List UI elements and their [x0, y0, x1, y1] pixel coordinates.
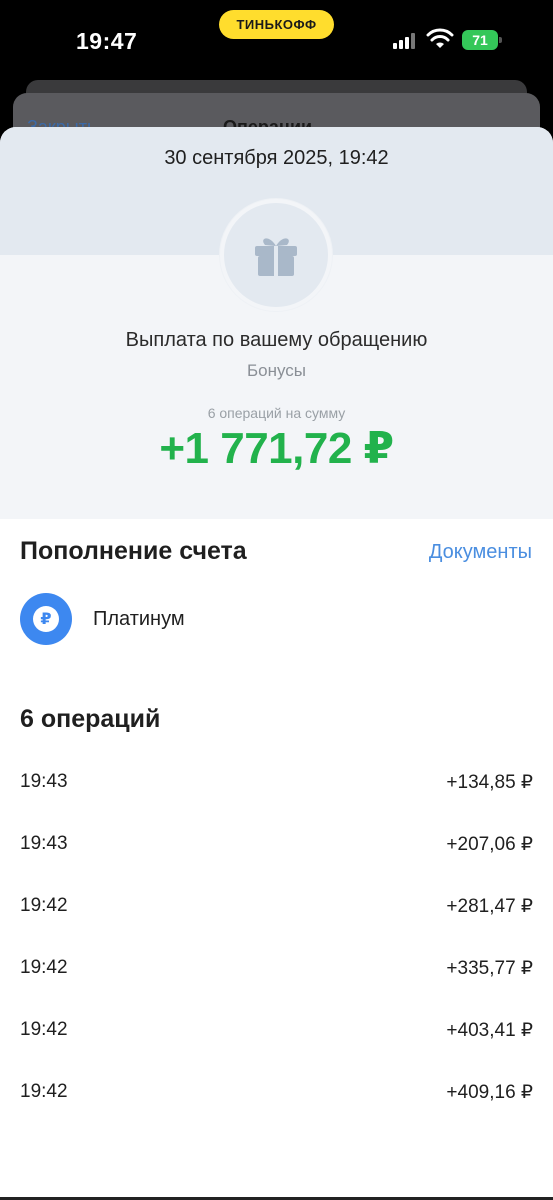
cellular-signal-icon — [393, 33, 417, 49]
operation-row[interactable]: 19:42 +281,47 ₽ — [20, 875, 533, 937]
operation-time: 19:43 — [20, 771, 68, 792]
operations-caption: 6 операций на сумму — [207, 405, 346, 421]
operation-amount: +403,41 ₽ — [446, 1020, 533, 1041]
gift-icon — [220, 199, 332, 311]
operation-details-sheet: 30 сентября 2025, 19:42 Выплата по вашем… — [0, 127, 553, 1200]
operations-count-title: 6 операций — [20, 705, 161, 733]
operation-datetime: 30 сентября 2025, 19:42 — [164, 147, 389, 169]
operation-row[interactable]: 19:42 +403,41 ₽ — [20, 999, 533, 1061]
operation-time: 19:42 — [20, 957, 68, 978]
account-name: Платинум — [93, 608, 185, 630]
operation-time: 19:42 — [20, 895, 68, 916]
operation-row[interactable]: 19:43 +134,85 ₽ — [20, 751, 533, 813]
documents-link[interactable]: Документы — [429, 541, 532, 564]
operation-amount: +134,85 ₽ — [446, 772, 533, 793]
operation-row[interactable]: 19:43 +207,06 ₽ — [20, 813, 533, 875]
status-bar: 19:47 ТИНЬКОФФ 71 — [0, 0, 553, 80]
ruble-icon: ₽ — [20, 593, 72, 645]
operation-amount: +409,16 ₽ — [446, 1082, 533, 1103]
wifi-icon — [426, 28, 454, 48]
account-row[interactable]: ₽ Платинум — [20, 593, 533, 647]
operation-amount: +207,06 ₽ — [446, 834, 533, 855]
operation-row[interactable]: 19:42 +335,77 ₽ — [20, 937, 533, 999]
operation-amount: +335,77 ₽ — [446, 958, 533, 979]
operation-category: Бонусы — [246, 361, 307, 380]
operation-time: 19:42 — [20, 1081, 68, 1102]
battery-icon: 71 — [462, 30, 502, 50]
operation-amount: +281,47 ₽ — [446, 896, 533, 917]
total-amount: +1 771,72 ₽ — [159, 424, 394, 473]
operation-row[interactable]: 19:42 +409,16 ₽ — [20, 1061, 533, 1123]
operation-title: Выплата по вашему обращению — [125, 329, 428, 351]
operations-list: 19:43 +134,85 ₽ 19:43 +207,06 ₽ 19:42 +2… — [20, 751, 533, 1123]
status-time: 19:47 — [76, 28, 138, 54]
carrier-pill: ТИНЬКОФФ — [219, 10, 334, 39]
operation-time: 19:43 — [20, 833, 68, 854]
battery-level: 71 — [462, 30, 498, 50]
section-title-replenishment: Пополнение счета — [20, 537, 247, 565]
operation-time: 19:42 — [20, 1019, 68, 1040]
